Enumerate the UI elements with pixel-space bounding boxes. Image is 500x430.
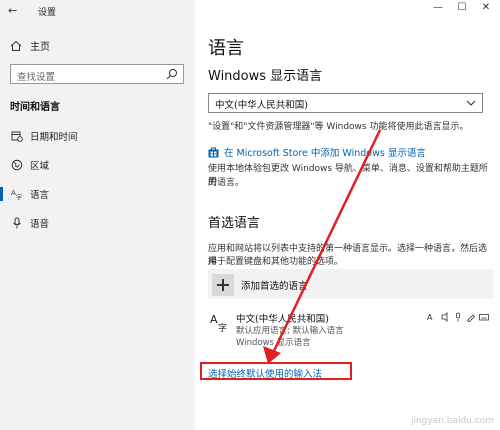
chevron-down-icon [466, 100, 476, 106]
search-placeholder: 查找设置 [17, 72, 56, 83]
dropdown-value: 中文(中华人民共和国) [215, 100, 308, 111]
add-language-label: 添加首选的语言 [241, 281, 308, 292]
language-icon: A 字 [210, 313, 227, 332]
maximize-button[interactable]: ☐ [452, 2, 472, 13]
display-language-dropdown[interactable]: 中文(中华人民共和国) [208, 93, 483, 113]
svg-text:字: 字 [16, 194, 22, 201]
sidebar-item-label: 区域 [30, 161, 50, 172]
search-icon [166, 69, 177, 80]
keyboard-icon [479, 314, 489, 321]
search-input[interactable]: 查找设置 [10, 64, 184, 84]
sidebar-item-speech[interactable]: 语音 [0, 210, 195, 236]
language-status: 默认应用语言; 默认输入语言 [236, 326, 344, 336]
language-list-item[interactable]: A 字 中文(中华人民共和国) 默认应用语言; 默认输入语言 Windows 显… [208, 308, 493, 354]
selected-indicator [0, 187, 3, 201]
microphone-icon [456, 312, 460, 322]
handwriting-icon [466, 314, 476, 322]
calendar-clock-icon [11, 131, 23, 142]
sidebar-item-label: 日期和时间 [30, 132, 78, 143]
add-language-button[interactable]: 添加首选的语言 [208, 269, 493, 299]
watermark: jingyan.baidu.com [410, 416, 494, 426]
sidebar-item-label: 语音 [30, 219, 50, 230]
back-button[interactable]: ← [8, 4, 17, 17]
svg-text:A: A [210, 313, 218, 326]
language-icon: A 字 [11, 189, 22, 201]
language-pack-icon: A [427, 313, 433, 322]
store-description-line-2: 的语言。 [208, 178, 245, 188]
language-capability-icons: A [427, 312, 489, 322]
close-button[interactable]: ✕ [476, 2, 496, 13]
plus-icon [212, 274, 234, 296]
svg-text:A: A [427, 313, 433, 322]
home-icon [10, 40, 22, 51]
store-icon [208, 147, 219, 157]
home-nav-item[interactable]: 主页 [10, 38, 50, 53]
home-label: 主页 [30, 42, 50, 53]
section-heading: 时间和语言 [10, 102, 60, 113]
default-input-method-link[interactable]: 选择始终默认使用的输入法 [208, 366, 322, 380]
preferred-description-line-2: 用于配置键盘和其他功能的选项。 [208, 257, 344, 267]
sidebar: ← 设置 主页 查找设置 时间和语言 日期和时间 区域 A 字 语言 语音 [0, 0, 195, 430]
sidebar-item-language[interactable]: A 字 语言 [0, 181, 195, 207]
minimize-button[interactable]: — [428, 2, 448, 13]
preferred-languages-heading: 首选语言 [208, 216, 261, 231]
window-title: 设置 [38, 8, 57, 18]
sidebar-item-label: 语言 [30, 190, 50, 201]
speech-icon [441, 312, 448, 322]
settings-window: ← 设置 主页 查找设置 时间和语言 日期和时间 区域 A 字 语言 语音 — … [0, 0, 500, 430]
sidebar-item-date-time[interactable]: 日期和时间 [0, 123, 195, 149]
language-name: 中文(中华人民共和国) [236, 314, 329, 325]
language-status-display: Windows 显示语言 [236, 338, 311, 348]
store-link-text: 在 Microsoft Store 中添加 Windows 显示语言 [224, 148, 426, 159]
store-link[interactable]: 在 Microsoft Store 中添加 Windows 显示语言 [208, 145, 426, 159]
microphone-icon [13, 217, 21, 229]
display-language-heading: Windows 显示语言 [208, 69, 323, 84]
display-language-note: "设置"和"文件资源管理器"等 Windows 功能将使用此语言显示。 [208, 122, 469, 132]
globe-icon [11, 159, 23, 171]
page-title: 语言 [208, 38, 244, 59]
sidebar-item-region[interactable]: 区域 [0, 152, 195, 178]
svg-text:字: 字 [218, 322, 227, 332]
